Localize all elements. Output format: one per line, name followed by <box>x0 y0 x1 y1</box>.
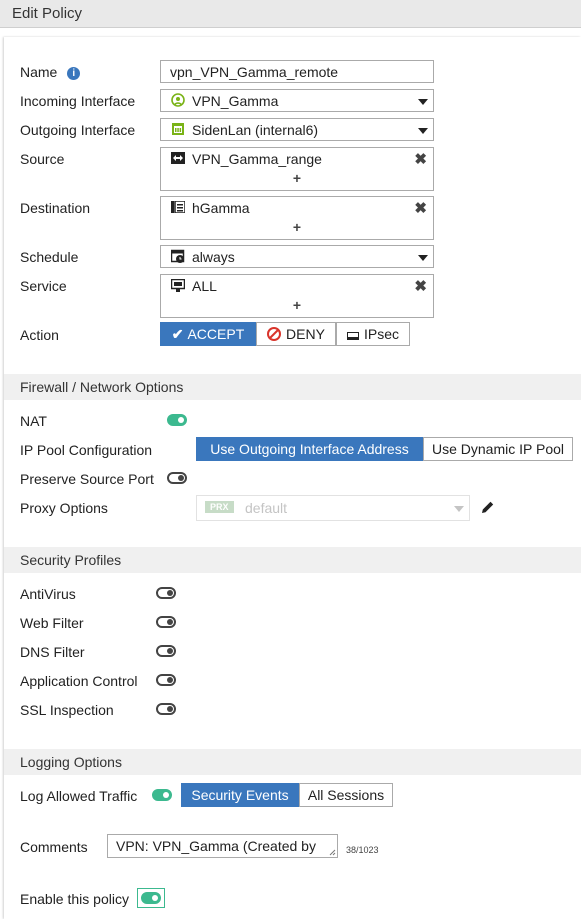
add-source-button[interactable]: + <box>161 170 433 186</box>
proxy-options-label: Proxy Options <box>20 500 108 516</box>
ip-pool-dynamic-button[interactable]: Use Dynamic IP Pool <box>423 437 573 461</box>
title-bar: Edit Policy <box>0 0 581 28</box>
logging-options-header: Logging Options <box>4 749 581 775</box>
info-icon[interactable]: i <box>67 67 81 80</box>
chevron-down-icon <box>418 255 428 261</box>
nat-label: NAT <box>20 413 47 429</box>
chevron-down-icon <box>454 506 464 512</box>
pencil-icon[interactable] <box>480 500 495 515</box>
add-service-button[interactable]: + <box>161 297 433 313</box>
log-allowed-traffic-label: Log Allowed Traffic <box>20 788 138 804</box>
laptop-icon <box>346 332 359 340</box>
ip-pool-outgoing-button[interactable]: Use Outgoing Interface Address <box>196 437 423 461</box>
source-label: Source <box>20 151 65 167</box>
name-label: Name i <box>20 64 81 80</box>
enable-policy-label: Enable this policy <box>20 891 129 907</box>
destination-label: Destination <box>20 200 91 216</box>
security-profiles-header: Security Profiles <box>4 547 581 573</box>
proxy-badge: PRX <box>205 501 234 513</box>
application-control-toggle[interactable] <box>156 674 176 686</box>
comments-textarea[interactable]: VPN: VPN_Gamma (Created by <box>107 834 338 858</box>
ip-pool-label: IP Pool Configuration <box>20 442 153 458</box>
preserve-source-port-label: Preserve Source Port <box>20 471 154 487</box>
deny-icon <box>267 327 282 341</box>
action-label: Action <box>20 327 59 343</box>
antivirus-label: AntiVirus <box>20 586 76 602</box>
remove-destination-icon[interactable]: ✖ <box>414 199 427 217</box>
remove-service-icon[interactable]: ✖ <box>414 277 427 295</box>
incoming-interface-select[interactable]: VPN_Gamma <box>160 89 434 112</box>
ssl-inspection-toggle[interactable] <box>156 703 176 715</box>
action-ipsec-button[interactable]: IPsec <box>336 322 410 346</box>
service-field[interactable]: ALL ✖ + <box>160 274 434 318</box>
destination-field[interactable]: hGamma ✖ + <box>160 196 434 240</box>
name-input[interactable]: vpn_VPN_Gamma_remote <box>160 60 434 83</box>
window-title: Edit Policy <box>12 5 83 22</box>
enable-policy-toggle[interactable] <box>141 892 161 904</box>
log-allowed-traffic-toggle[interactable] <box>152 789 172 801</box>
action-deny-button[interactable]: DENY <box>256 322 336 346</box>
proxy-options-select: PRX default <box>196 495 470 521</box>
firewall-network-options-header: Firewall / Network Options <box>4 374 581 400</box>
address-object-icon <box>171 201 185 213</box>
chevron-down-icon <box>418 128 428 134</box>
outgoing-interface-label: Outgoing Interface <box>20 122 136 138</box>
log-all-sessions-button[interactable]: All Sessions <box>299 783 393 807</box>
comments-char-counter: 38/1023 <box>346 845 379 855</box>
checkmark-icon: ✔ <box>171 326 184 342</box>
incoming-interface-label: Incoming Interface <box>20 93 136 109</box>
add-destination-button[interactable]: + <box>161 219 433 235</box>
action-accept-button[interactable]: ✔ ACCEPT <box>160 322 256 346</box>
schedule-label: Schedule <box>20 249 79 265</box>
service-monitor-icon <box>171 279 185 292</box>
web-filter-toggle[interactable] <box>156 616 176 628</box>
nat-toggle[interactable] <box>167 414 187 426</box>
resize-handle-icon[interactable] <box>329 849 336 856</box>
antivirus-toggle[interactable] <box>156 587 176 599</box>
service-label: Service <box>20 278 67 294</box>
outgoing-interface-select[interactable]: SidenLan (internal6) <box>160 118 434 141</box>
address-range-icon <box>171 152 185 164</box>
vpn-tunnel-icon <box>171 93 185 107</box>
remove-source-icon[interactable]: ✖ <box>414 150 427 168</box>
source-field[interactable]: VPN_Gamma_range ✖ + <box>160 147 434 191</box>
web-filter-label: Web Filter <box>20 615 84 631</box>
chevron-down-icon <box>418 99 428 105</box>
dns-filter-toggle[interactable] <box>156 645 176 657</box>
schedule-select[interactable]: always <box>160 245 434 268</box>
comments-label: Comments <box>20 839 88 855</box>
application-control-label: Application Control <box>20 673 138 689</box>
dns-filter-label: DNS Filter <box>20 644 85 660</box>
preserve-source-port-toggle[interactable] <box>167 472 187 484</box>
ssl-inspection-label: SSL Inspection <box>20 702 114 718</box>
calendar-clock-icon <box>171 249 185 263</box>
log-security-events-button[interactable]: Security Events <box>181 783 299 807</box>
ethernet-port-icon <box>172 123 184 135</box>
